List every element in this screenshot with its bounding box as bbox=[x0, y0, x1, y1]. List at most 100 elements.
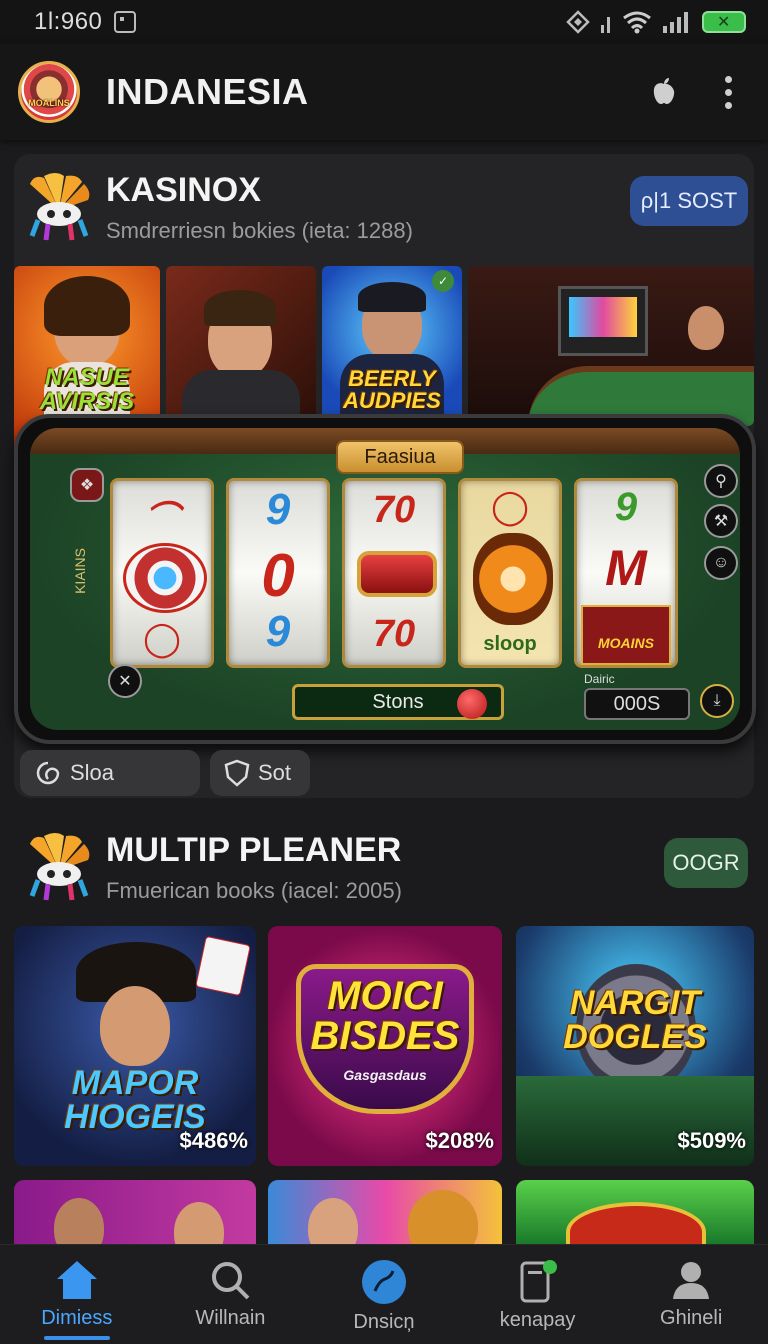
section-title: MULTIP PLEANER bbox=[106, 830, 402, 869]
app-title: INDANESIA bbox=[106, 71, 309, 112]
payout-percent: $208% bbox=[425, 1128, 494, 1153]
wifi-icon bbox=[623, 11, 651, 34]
hair-shape bbox=[204, 290, 276, 326]
download-icon[interactable]: ⤓ bbox=[700, 684, 734, 718]
reel-4: ◯ sloop bbox=[458, 478, 562, 668]
cell-signal-icon bbox=[663, 12, 688, 33]
section-title: KASINOX bbox=[106, 170, 261, 209]
roulette-symbol bbox=[123, 543, 207, 613]
game-tile-2[interactable] bbox=[166, 266, 316, 426]
payout-percent: $486% bbox=[179, 1128, 248, 1153]
game-tile-4[interactable] bbox=[468, 266, 754, 426]
credit-display: 000S bbox=[584, 688, 690, 720]
game-tile-partial-1[interactable] bbox=[14, 1180, 256, 1244]
nav-label: Willnain bbox=[195, 1307, 266, 1329]
reel-5: 9 M MOAINS bbox=[574, 478, 678, 668]
hair-shape bbox=[358, 282, 426, 312]
status-bar: 1l:960 bbox=[0, 0, 768, 44]
search-icon bbox=[212, 1262, 250, 1300]
hair-shape bbox=[44, 276, 130, 336]
apple-icon[interactable] bbox=[647, 75, 681, 109]
more-menu-icon[interactable] bbox=[725, 75, 732, 109]
section-subtitle: Smdrerriesn bokies (ieta: 1288) bbox=[106, 217, 413, 243]
nav-label: Dnsicņ bbox=[353, 1311, 415, 1333]
phone-notification-icon bbox=[520, 1260, 557, 1303]
tile-label: BEERLY AUDPIES bbox=[343, 366, 441, 413]
game-tile-partial-3[interactable] bbox=[516, 1180, 754, 1244]
player-portrait bbox=[54, 1198, 104, 1244]
section-subtitle: Fmuerican books (iacel: 2005) bbox=[106, 877, 402, 903]
app-bar: MOALINS INDANESIA bbox=[0, 44, 768, 140]
sort-chip-button[interactable]: Sot bbox=[210, 750, 310, 796]
chip-label: Sot bbox=[258, 760, 292, 785]
notification-icon bbox=[114, 11, 137, 33]
tiger-symbol bbox=[473, 533, 553, 625]
tile-sublabel: Gasgasdaus bbox=[343, 1067, 427, 1083]
tile-label: MOICI BISDES bbox=[310, 974, 460, 1058]
game-tile-mapor[interactable]: MAPOR HIOGEIS $486% bbox=[14, 926, 256, 1166]
game-tile-partial-2[interactable] bbox=[268, 1180, 502, 1244]
game-tile-moici[interactable]: MOICI BISDES Gasgasdaus $208% bbox=[268, 926, 502, 1166]
favorite-badge-icon: ✓ bbox=[432, 270, 454, 292]
credit-label: Dairic bbox=[584, 672, 615, 686]
section-header-kasinox: KASINOX Smdrerriesn bokies (ieta: 1288) bbox=[24, 170, 413, 244]
reel-symbol: 9 bbox=[265, 607, 291, 656]
bottom-nav: Dimiess Willnain Dnsicņ kenapay Ghineli bbox=[0, 1244, 768, 1344]
slot-felt: Faasiua KIAINS ⌒ ◯ 9 0 9 70 70 ◯ sloop 9… bbox=[30, 428, 740, 730]
spin-dot-icon bbox=[457, 689, 487, 719]
tools-icon[interactable]: ⚒ bbox=[704, 504, 738, 538]
swirl-icon bbox=[36, 761, 60, 785]
status-time: 1l:960 bbox=[34, 8, 103, 35]
kasinox-action-button[interactable]: ρ|1 SOST bbox=[630, 176, 748, 226]
slot-machine-device: Faasiua KIAINS ⌒ ◯ 9 0 9 70 70 ◯ sloop 9… bbox=[14, 414, 756, 744]
home-icon bbox=[56, 1261, 97, 1299]
bar-symbol bbox=[357, 551, 437, 597]
spin-label: Stons bbox=[372, 690, 424, 713]
status-icons bbox=[566, 10, 746, 34]
crown-shape bbox=[566, 1202, 706, 1244]
player-portrait bbox=[100, 986, 170, 1066]
nav-item-search[interactable]: Willnain bbox=[154, 1245, 308, 1344]
game-tile-nargit[interactable]: NARGIT DOGLES $509% bbox=[516, 926, 754, 1166]
nav-label: kenapay bbox=[499, 1309, 576, 1331]
nav-item-profile[interactable]: Ghineli bbox=[614, 1245, 768, 1344]
chip-label: Sloa bbox=[70, 760, 115, 785]
emoji-icon[interactable]: ☺ bbox=[704, 546, 738, 580]
player-portrait bbox=[174, 1202, 224, 1244]
cards-icon bbox=[195, 935, 251, 997]
reel-2: 9 0 9 bbox=[226, 478, 330, 668]
nav-item-pay[interactable]: kenapay bbox=[461, 1245, 615, 1344]
nav-item-discover[interactable]: Dnsicņ bbox=[307, 1245, 461, 1344]
reel-symbol: sloop bbox=[483, 633, 537, 655]
data-saver-icon bbox=[566, 10, 590, 34]
nav-label: Dimiess bbox=[41, 1307, 113, 1329]
tiger-logo-symbol: MOAINS bbox=[581, 605, 671, 665]
nav-label: Ghineli bbox=[660, 1307, 723, 1329]
nav-item-home[interactable]: Dimiess bbox=[0, 1245, 154, 1344]
app-logo[interactable]: MOALINS bbox=[18, 61, 80, 123]
fan-mask-icon bbox=[29, 833, 90, 901]
slots-chip-button[interactable]: Sloa bbox=[20, 750, 200, 796]
back-chip-icon[interactable]: ❖ bbox=[70, 468, 104, 502]
dealer-portrait bbox=[688, 306, 724, 350]
tile-label: NARGIT DOGLES bbox=[563, 984, 707, 1056]
slot-side-text: KIAINS bbox=[72, 548, 88, 594]
section-header-multiplayer: MULTIP PLEANER Fmuerican books (iacel: 2… bbox=[24, 830, 402, 904]
reel-bottom-label: MOAINS bbox=[598, 635, 654, 651]
payout-percent: $509% bbox=[677, 1128, 746, 1153]
tile-label: NASUE AVIRSIS bbox=[39, 364, 135, 415]
battery-icon bbox=[702, 11, 746, 33]
spin-button[interactable]: Stons bbox=[292, 684, 504, 720]
signal-icon bbox=[601, 17, 610, 33]
shield-icon bbox=[224, 759, 250, 787]
slot-name-plate: Faasiua bbox=[336, 440, 464, 474]
settings-pin-icon[interactable]: ⚲ bbox=[704, 464, 738, 498]
slot-machine-shape bbox=[558, 286, 648, 356]
reel-1: ⌒ ◯ bbox=[110, 478, 214, 668]
lion-portrait bbox=[408, 1190, 478, 1244]
game-tile-3[interactable]: BEERLY AUDPIES ✓ bbox=[322, 266, 462, 426]
multiplayer-action-button[interactable]: OOGR bbox=[664, 838, 748, 888]
reel-symbol: M bbox=[605, 540, 647, 596]
close-icon[interactable]: ✕ bbox=[108, 664, 142, 698]
tile-label: MAPOR HIOGEIS bbox=[64, 1064, 206, 1136]
